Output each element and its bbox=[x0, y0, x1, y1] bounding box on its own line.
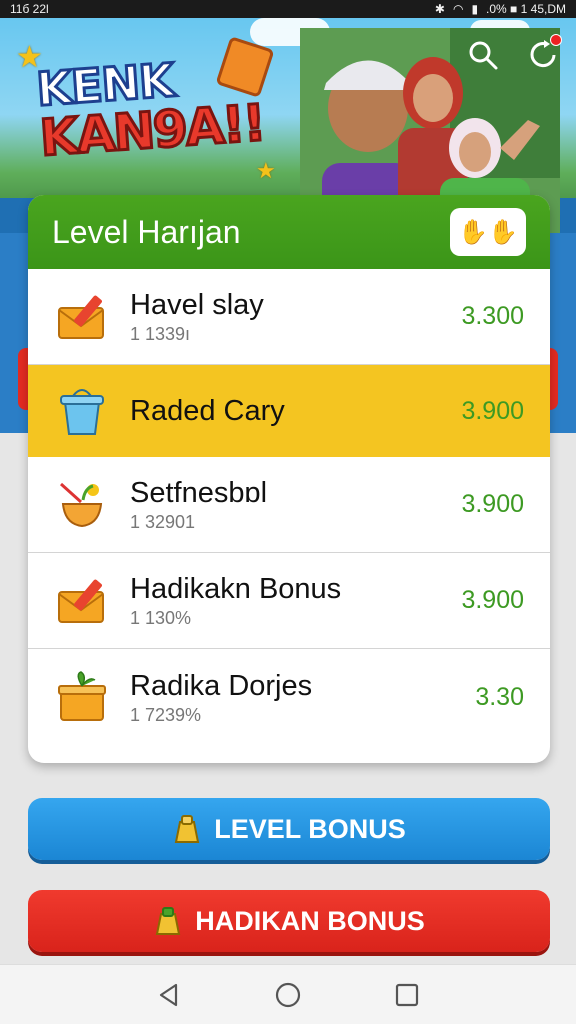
item-sub: 1 130% bbox=[130, 608, 192, 628]
item-value: 3.900 bbox=[461, 490, 524, 518]
recents-button[interactable] bbox=[387, 975, 427, 1015]
home-button[interactable] bbox=[268, 975, 308, 1015]
card-title: Level Harıjan bbox=[52, 213, 241, 250]
item-name: Raded Cary bbox=[130, 395, 285, 427]
hadikan-bonus-label: HADIKAN BONUS bbox=[195, 905, 425, 936]
level-card: Level Harıjan ✋✋ Havel slay 1 1339ı 3.30… bbox=[28, 195, 550, 763]
item-value: 3.900 bbox=[461, 396, 524, 425]
item-name: Havel slay bbox=[130, 289, 264, 321]
battery-clock: .0% ■ 1 45,DM bbox=[486, 2, 566, 16]
search-icon bbox=[469, 41, 498, 70]
hands-button[interactable]: ✋✋ bbox=[450, 208, 526, 256]
bucket-icon bbox=[54, 383, 110, 439]
wifi-icon: ◠ bbox=[452, 2, 464, 16]
gift-box-icon bbox=[54, 669, 110, 725]
list-item[interactable]: Setfnesbɒl 1 32901 3.900 bbox=[28, 457, 550, 553]
star-icon: ★ bbox=[256, 158, 276, 183]
item-value: 3.900 bbox=[461, 586, 524, 614]
system-nav-bar bbox=[0, 964, 576, 1024]
item-sub: 1 7239% bbox=[130, 704, 202, 725]
list-item[interactable]: Hadikakn Bonus 1 130% 3.900 bbox=[28, 553, 550, 649]
list-item[interactable]: Radika Dorjes 1 7239% 3.30 bbox=[28, 649, 550, 745]
back-button[interactable] bbox=[149, 975, 189, 1015]
level-bonus-button[interactable]: LEVEL BONUS bbox=[28, 798, 550, 860]
back-icon bbox=[160, 983, 178, 1006]
search-button[interactable] bbox=[464, 36, 502, 74]
item-name: Hadikakn Bonus bbox=[130, 573, 342, 605]
status-bar: 11б 22l ✱ ◠ ▮ .0% ■ 1 45,DM bbox=[0, 0, 576, 18]
coin-sack-icon bbox=[156, 907, 181, 935]
bowl-icon bbox=[54, 477, 110, 533]
notification-badge bbox=[550, 34, 562, 46]
signal-icon: ▮ bbox=[471, 2, 479, 16]
item-sub: 1 32901 bbox=[130, 512, 196, 532]
refresh-button[interactable] bbox=[524, 34, 562, 74]
item-name: Setfnesbɒl bbox=[130, 477, 268, 509]
item-value: 3.300 bbox=[461, 302, 524, 330]
item-name: Radika Dorjes bbox=[130, 669, 313, 702]
status-time: 11б 22l bbox=[10, 2, 49, 16]
home-icon bbox=[275, 982, 301, 1007]
app-logo: KENK KAN9A!! bbox=[33, 47, 311, 168]
hands-icon: ✋✋ bbox=[458, 218, 518, 246]
list-item-selected[interactable]: Raded Cary 3.900 bbox=[28, 365, 550, 457]
card-header: Level Harıjan ✋✋ bbox=[28, 195, 550, 269]
list-item[interactable]: Havel slay 1 1339ı 3.300 bbox=[28, 269, 550, 365]
envelope-pencil-icon bbox=[54, 573, 110, 629]
bluetooth-icon: ✱ bbox=[434, 2, 445, 16]
coin-sack-icon bbox=[175, 815, 200, 843]
item-value: 3.30 bbox=[475, 682, 524, 711]
hadikan-bonus-button[interactable]: HADIKAN BONUS bbox=[28, 890, 550, 952]
recents-icon bbox=[395, 983, 418, 1006]
item-sub: 1 1339ı bbox=[130, 324, 191, 344]
envelope-pencil-icon bbox=[54, 289, 110, 345]
level-bonus-label: LEVEL BONUS bbox=[214, 813, 406, 844]
